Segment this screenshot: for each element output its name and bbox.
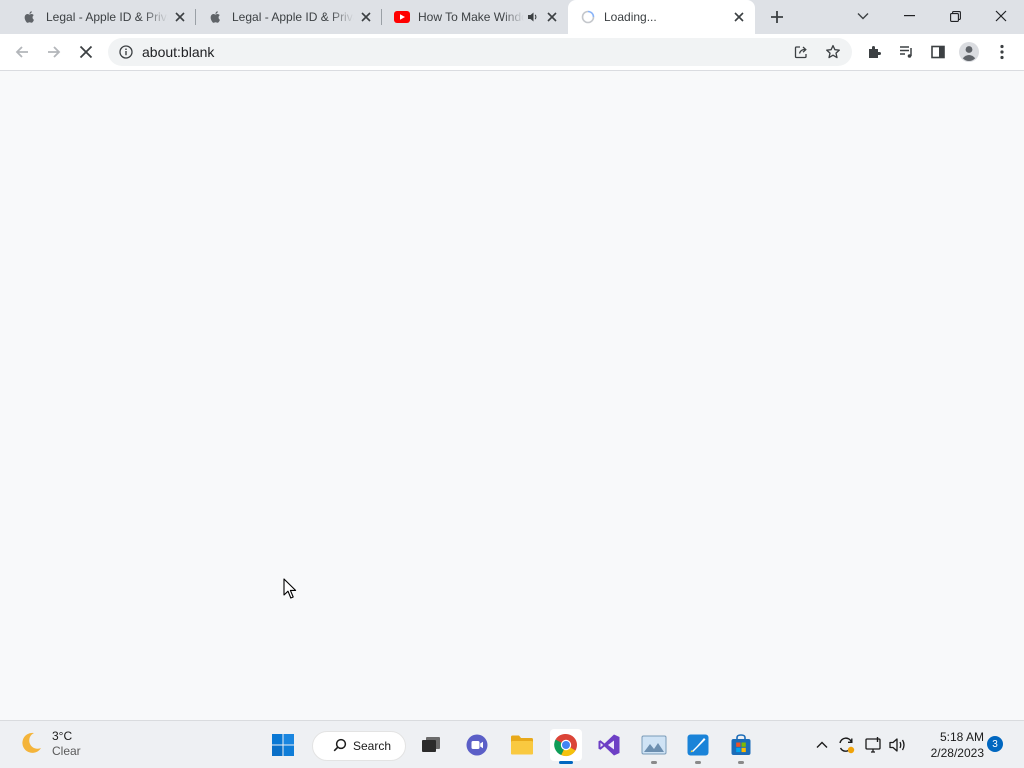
tab-legal-apple-1[interactable]: Legal - Apple ID & Privacy (10, 0, 196, 34)
start-button[interactable] (267, 729, 299, 761)
minimize-button[interactable] (886, 0, 932, 32)
photos-app-icon[interactable] (638, 729, 670, 764)
chevron-up-icon[interactable] (812, 735, 832, 755)
extensions-icon[interactable] (860, 38, 888, 66)
close-icon[interactable] (544, 9, 560, 25)
chrome-icon[interactable] (550, 729, 582, 764)
url-text[interactable]: about:blank (142, 44, 214, 60)
system-clock[interactable]: 5:18 AM 2/28/2023 (914, 729, 984, 761)
stop-loading-button[interactable] (72, 38, 100, 66)
mouse-cursor-icon (283, 578, 297, 603)
tab-strip: Legal - Apple ID & Privacy Legal - Apple… (0, 0, 1024, 34)
forward-button[interactable] (40, 38, 68, 66)
running-indicator (651, 761, 657, 764)
search-icon (333, 738, 347, 755)
taskbar: 3°C Clear Search 5:18 AM 2/28/2023 (0, 720, 1024, 768)
side-panel-icon[interactable] (924, 38, 952, 66)
tab-title: Legal - Apple ID & Privacy (232, 10, 354, 24)
new-tab-button[interactable] (765, 5, 789, 29)
browser-toolbar: about:blank (0, 34, 1024, 71)
weather-widget[interactable]: 3°C Clear (18, 729, 81, 759)
back-button[interactable] (8, 38, 36, 66)
loading-spinner-icon (580, 9, 596, 25)
tab-title: Legal - Apple ID & Privacy (46, 10, 168, 24)
clock-date: 2/28/2023 (930, 746, 984, 760)
share-icon[interactable] (791, 42, 811, 62)
file-explorer-icon[interactable] (506, 729, 538, 761)
running-indicator (695, 761, 701, 764)
youtube-icon (394, 9, 410, 25)
volume-icon[interactable] (888, 735, 908, 755)
page-content (0, 71, 1024, 720)
tab-search-button[interactable] (840, 0, 886, 32)
sync-update-icon[interactable] (836, 735, 856, 755)
weather-condition: Clear (52, 744, 81, 758)
running-indicator (738, 761, 744, 764)
address-bar[interactable]: about:blank (108, 38, 852, 66)
tab-youtube[interactable]: How To Make Windows (382, 0, 568, 34)
search-label: Search (353, 739, 392, 753)
close-window-button[interactable] (978, 0, 1024, 32)
media-control-icon[interactable] (892, 38, 920, 66)
tab-title: Loading... (604, 10, 657, 24)
bookmark-star-icon[interactable] (823, 42, 843, 62)
tab-title: How To Make Windows (418, 10, 524, 24)
close-icon[interactable] (358, 9, 374, 25)
visual-studio-icon[interactable] (593, 729, 625, 761)
chat-teams-icon[interactable] (461, 729, 493, 761)
apple-icon (22, 9, 38, 25)
restore-button[interactable] (932, 0, 978, 32)
tab-legal-apple-2[interactable]: Legal - Apple ID & Privacy (196, 0, 382, 34)
apple-icon (208, 9, 224, 25)
info-icon[interactable] (118, 44, 134, 60)
taskbar-search[interactable]: Search (312, 731, 406, 761)
close-icon[interactable] (172, 9, 188, 25)
menu-kebab-icon[interactable] (988, 38, 1016, 66)
speaker-icon[interactable] (526, 10, 540, 24)
profile-avatar-icon[interactable] (955, 38, 983, 66)
network-icon[interactable] (863, 735, 883, 755)
clock-time: 5:18 AM (939, 730, 984, 744)
close-icon[interactable] (731, 9, 747, 25)
notification-badge[interactable]: 3 (987, 736, 1003, 752)
tab-loading[interactable]: Loading... (568, 0, 755, 34)
paint-app-icon[interactable] (682, 729, 714, 764)
running-indicator (559, 761, 573, 764)
task-view-icon[interactable] (415, 729, 447, 761)
microsoft-store-icon[interactable] (725, 729, 757, 764)
weather-temperature: 3°C (52, 729, 73, 743)
moon-icon (18, 730, 44, 759)
